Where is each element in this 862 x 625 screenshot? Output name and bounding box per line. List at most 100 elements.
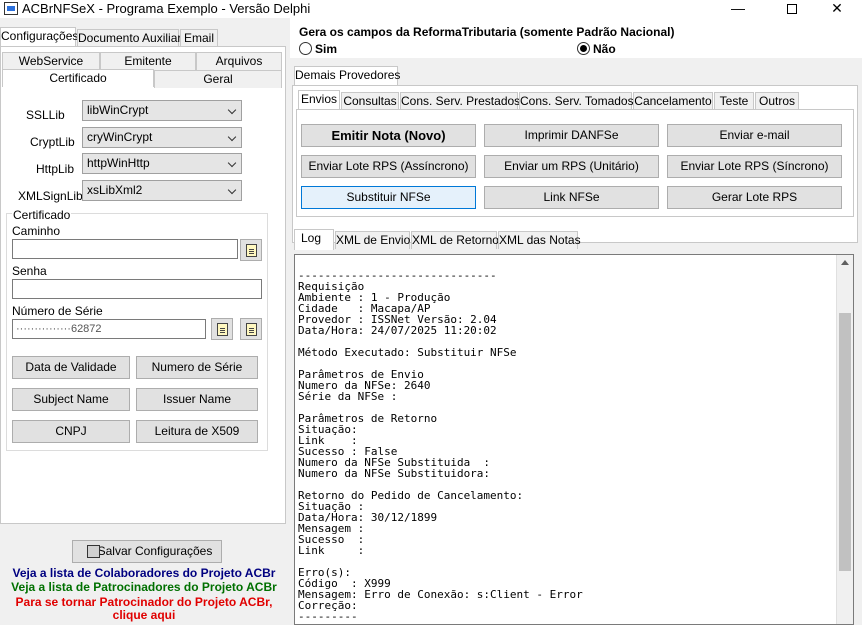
numero-serie-button[interactable]: Numero de Série (136, 356, 258, 379)
log-line: Série da NFSe : (298, 390, 398, 403)
tab-envios[interactable]: Envios (298, 90, 340, 110)
log-scrollbar[interactable] (836, 255, 853, 624)
substituir-nfse-button[interactable]: Substituir NFSe (301, 186, 476, 209)
log-line: Sucesso : (298, 533, 365, 546)
maximize-icon (787, 4, 797, 14)
httplib-select[interactable]: httpWinHttp (82, 153, 242, 174)
enviar-email-button[interactable]: Enviar e-mail (667, 124, 842, 147)
subject-name-button[interactable]: Subject Name (12, 388, 130, 411)
xmlsignlib-label: XMLSignLib (18, 189, 83, 203)
log-line: Método Executado: Substituir NFSe (298, 346, 517, 359)
log-line: Mensagem: Erro de Conexão: s:Client - Er… (298, 588, 583, 601)
tab-documento-auxiliar[interactable]: Documento Auxiliar (77, 29, 181, 47)
enviar-um-rps-button[interactable]: Enviar um RPS (Unitário) (484, 155, 659, 178)
title-bar: ACBrNFSeX - Programa Exemplo - Versão De… (0, 0, 862, 18)
enviar-lote-sincrono-button[interactable]: Enviar Lote RPS (Síncrono) (667, 155, 842, 178)
minimize-button[interactable]: — (716, 0, 760, 18)
chevron-down-icon (227, 185, 237, 195)
log-line: Retorno do Pedido de Cancelamento: (298, 489, 524, 502)
tab-teste[interactable]: Teste (714, 92, 754, 110)
tab-consultas[interactable]: Consultas (341, 92, 399, 110)
link-tornar-patrocinador[interactable]: Para se tornar Patrocinador do Projeto A… (0, 595, 288, 609)
log-line: Parâmetros de Retorno (298, 412, 438, 425)
log-line: Data/Hora: 24/07/2025 11:20:02 (298, 324, 497, 337)
reforma-title: Gera os campos da ReformaTributaria (som… (299, 25, 675, 39)
cryptlib-select[interactable]: cryWinCrypt (82, 127, 242, 148)
gerar-lote-rps-button[interactable]: Gerar Lote RPS (667, 186, 842, 209)
issuer-name-button[interactable]: Issuer Name (136, 388, 258, 411)
caminho-label: Caminho (12, 224, 61, 238)
log-line: --------- (298, 610, 358, 623)
tab-geral[interactable]: Geral (154, 70, 282, 88)
chevron-down-icon (227, 132, 237, 142)
scroll-thumb[interactable] (839, 313, 851, 571)
window-title: ACBrNFSeX - Programa Exemplo - Versão De… (22, 1, 311, 16)
log-content: ------------------------------ Requisição… (295, 255, 853, 622)
tab-xml-envio[interactable]: XML de Envio (335, 231, 410, 249)
tab-webservice[interactable]: WebService (2, 52, 100, 70)
numero-serie-select-button[interactable] (211, 318, 233, 340)
log-line: Link : (298, 544, 365, 557)
tab-configuracoes[interactable]: Configurações (0, 27, 78, 47)
reforma-sim-label: Sim (315, 42, 338, 56)
reforma-sim-radio[interactable] (299, 42, 312, 55)
log-line: Numero da NFSe Substituidora: (298, 467, 491, 480)
leitura-x509-button[interactable]: Leitura de X509 (136, 420, 258, 443)
log-textarea[interactable]: ------------------------------ Requisição… (294, 254, 854, 625)
reforma-nao-label: Não (593, 42, 616, 56)
tab-log[interactable]: Log (294, 229, 334, 250)
tab-outros[interactable]: Outros (755, 92, 799, 110)
numero-serie-input[interactable]: ···············62872 (12, 319, 206, 339)
tab-arquivos[interactable]: Arquivos (196, 52, 282, 70)
senha-label: Senha (12, 264, 47, 278)
file-icon (246, 244, 257, 257)
maximize-button[interactable] (770, 0, 814, 18)
caminho-input[interactable] (12, 239, 238, 259)
tab-xml-retorno[interactable]: XML de Retorno (411, 231, 499, 249)
xmlsignlib-select[interactable]: xsLibXml2 (82, 180, 242, 201)
salvar-configuracoes-button[interactable]: Salvar Configurações (72, 540, 222, 563)
tab-cancelamento[interactable]: Cancelamento (633, 92, 713, 110)
scroll-up-icon[interactable] (841, 260, 849, 265)
link-clique-aqui[interactable]: clique aqui (0, 608, 288, 622)
ssllib-label: SSLLib (26, 108, 65, 122)
senha-input[interactable] (12, 279, 262, 299)
xmlsignlib-value: xsLibXml2 (87, 183, 143, 197)
cnpj-button[interactable]: CNPJ (12, 420, 130, 443)
link-colaboradores[interactable]: Veja a lista de Colaboradores do Projeto… (0, 566, 288, 580)
enviar-lote-assincrono-button[interactable]: Enviar Lote RPS (Assíncrono) (301, 155, 476, 178)
log-line: Mensagem : (298, 522, 365, 535)
file-icon (246, 323, 257, 336)
tab-cons-serv-tomados[interactable]: Cons. Serv. Tomados (519, 92, 634, 110)
link-nfse-button[interactable]: Link NFSe (484, 186, 659, 209)
log-line: Data/Hora: 30/12/1899 (298, 511, 438, 524)
chevron-down-icon (227, 105, 237, 115)
reforma-nao-radio[interactable] (577, 42, 590, 55)
nfse-panel: Gera os campos da ReformaTributaria (som… (290, 18, 862, 625)
salvar-configuracoes-label: Salvar Configurações (97, 544, 213, 558)
emitir-nota-button[interactable]: Emitir Nota (Novo) (301, 124, 476, 147)
log-line: ------------------------------ (298, 269, 497, 282)
log-line: Situação: (298, 423, 358, 436)
tab-xml-notas[interactable]: XML das Notas (498, 231, 581, 249)
app-icon (4, 2, 18, 15)
numero-serie-list-button[interactable] (240, 318, 262, 340)
save-icon (87, 545, 100, 558)
tab-demais-provedores[interactable]: Demais Provedores (294, 66, 400, 86)
numero-serie-label: Número de Série (12, 304, 103, 318)
chevron-down-icon (227, 158, 237, 168)
caminho-browse-button[interactable] (240, 239, 262, 261)
close-button[interactable]: ✕ (815, 0, 859, 18)
imprimir-danfse-button[interactable]: Imprimir DANFSe (484, 124, 659, 147)
httplib-value: httpWinHttp (87, 156, 150, 170)
tab-certificado[interactable]: Certificado (2, 69, 154, 87)
cryptlib-label: CryptLib (30, 135, 75, 149)
tab-emitente[interactable]: Emitente (100, 52, 196, 70)
ssllib-value: libWinCrypt (87, 103, 149, 117)
link-patrocinadores[interactable]: Veja a lista de Patrocinadores do Projet… (0, 580, 288, 594)
tab-cons-serv-prestados[interactable]: Cons. Serv. Prestados (400, 92, 520, 110)
tab-email[interactable]: Email (180, 29, 218, 47)
certificado-group-title: Certificado (12, 208, 72, 222)
ssllib-select[interactable]: libWinCrypt (82, 100, 242, 121)
data-validade-button[interactable]: Data de Validade (12, 356, 130, 379)
